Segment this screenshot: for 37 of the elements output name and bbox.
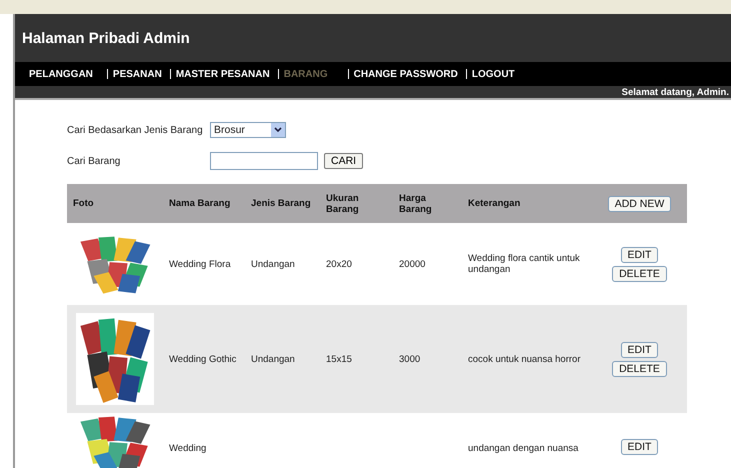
delete-button[interactable]: DELETE (612, 266, 667, 282)
add-new-button[interactable]: ADD NEW (608, 196, 672, 212)
type-dropdown[interactable]: Brosur (210, 122, 286, 138)
nav-link[interactable]: BARANG (284, 68, 328, 80)
nav-link[interactable]: MASTER PESANAN (176, 68, 270, 80)
page-title: Halaman Pribadi Admin (22, 30, 190, 46)
column-header: Keterangan (467, 198, 522, 209)
table-cell-text: cocok untuk nuansa horror (467, 354, 582, 364)
column-header: Harga Barang (398, 192, 433, 214)
column-header: Jenis Barang (250, 198, 312, 209)
table-cell-text: undangan dengan nuansa (467, 443, 580, 454)
table-cell-text: Wedding Flora (168, 258, 232, 270)
table-cell-text: 3000 (398, 354, 422, 364)
table-cell-text: 20x20 (325, 258, 353, 270)
edit-button[interactable]: EDIT (620, 246, 658, 262)
edit-button[interactable]: EDIT (620, 342, 658, 358)
nav-link[interactable]: PELANGGAN (29, 68, 93, 80)
table-cell-text: 20000 (398, 258, 426, 270)
search-field[interactable] (210, 152, 318, 170)
table-cell-text: Wedding Gothic (168, 354, 238, 364)
nav-link[interactable]: PESANAN (112, 68, 162, 80)
edit-button[interactable]: EDIT (620, 439, 658, 455)
table-cell-text: Wedding (168, 443, 208, 454)
table-cell-text: Wedding flora cantik untuk undangan (467, 253, 581, 275)
nav-link[interactable]: LOGOUT (472, 68, 515, 80)
delete-button[interactable]: DELETE (612, 360, 667, 376)
column-header: Ukuran Barang (325, 192, 360, 214)
table-cell-text: Undangan (250, 258, 296, 270)
column-header: Nama Barang (168, 198, 232, 209)
column-header: Foto (72, 198, 95, 209)
table-cell-text: 15x15 (325, 354, 353, 364)
nav-link[interactable]: CHANGE PASSWORD (354, 68, 458, 80)
field-label: Cari Barang (67, 156, 122, 166)
search-button[interactable]: CARI (324, 153, 364, 169)
welcome-text: Selamat datang, Admin. (622, 86, 729, 98)
table-cell-text: Undangan (250, 354, 296, 364)
field-label: Cari Bedasarkan Jenis Barang (67, 124, 204, 136)
